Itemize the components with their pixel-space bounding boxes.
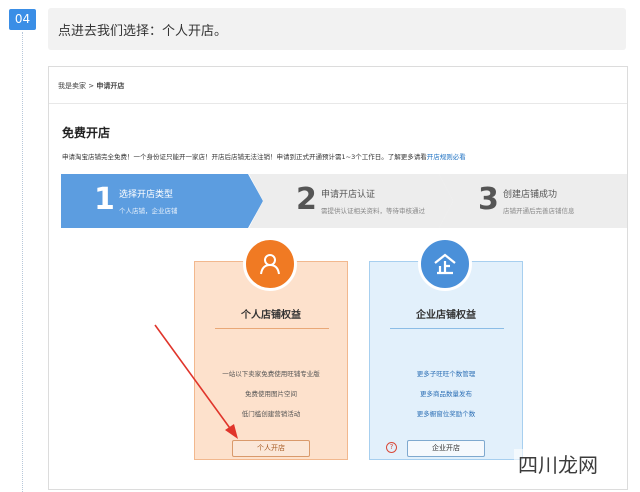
step-instruction-text: 点进去我们选择：个人开店。 [58, 24, 228, 39]
guide-dotted-line [22, 32, 23, 492]
annotation-arrow-icon [154, 324, 238, 439]
step-number-badge: 04 [9, 9, 36, 30]
watermark: 四川龙网 [514, 449, 602, 478]
taobao-screenshot: 我是卖家 > 申请开店 免费开店 申请淘宝店铺完全免费！一个身份证只能开一家店！… [48, 66, 628, 490]
step-instruction-bar: 点进去我们选择：个人开店。 [48, 8, 626, 50]
